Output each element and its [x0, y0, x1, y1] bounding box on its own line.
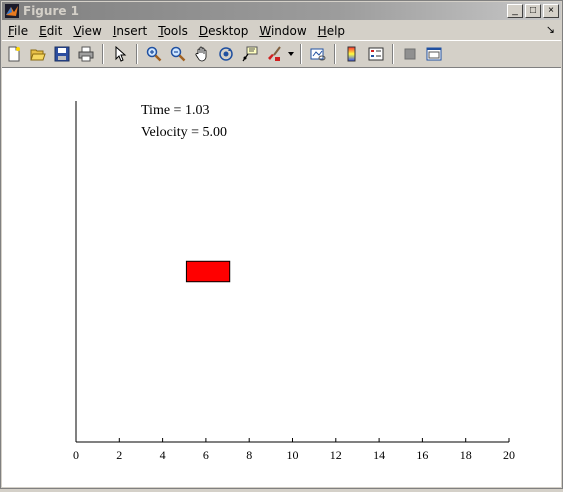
hide-plot-tools-icon	[404, 48, 416, 60]
brush-icon	[268, 46, 281, 61]
matlab-logo-icon	[5, 4, 19, 18]
colorbar-icon	[347, 46, 356, 62]
x-tick-label: 20	[503, 448, 515, 462]
menu-file[interactable]: File	[2, 24, 33, 38]
figure-toolbar	[2, 40, 561, 68]
hide-plot-tools-button[interactable]	[399, 43, 421, 65]
menu-desktop-label: esktop	[208, 23, 249, 38]
figure-window: Figure 1 _ □ × File Edit View Insert Too…	[0, 0, 563, 489]
menu-desktop[interactable]: Desktop	[193, 24, 254, 38]
close-icon: ×	[548, 5, 554, 16]
dock-arrow-icon[interactable]: ↘	[546, 23, 555, 36]
zoom-out-button[interactable]	[167, 43, 189, 65]
x-tick-label: 10	[287, 448, 299, 462]
menu-window[interactable]: Window	[253, 24, 311, 38]
toolbar-separator	[334, 44, 336, 64]
menu-window-accel: W	[259, 23, 271, 38]
x-tick-label: 0	[73, 448, 79, 462]
velocity-annotation: Velocity = 5.00	[141, 125, 227, 140]
time-annotation: Time = 1.03	[141, 103, 209, 118]
toolbar-separator	[136, 44, 138, 64]
minimize-button[interactable]: _	[507, 4, 523, 18]
x-tick-label: 12	[330, 448, 342, 462]
legend-button[interactable]	[365, 43, 387, 65]
menu-insert-label: nsert	[116, 23, 148, 38]
open-file-icon	[30, 49, 46, 61]
maximize-icon: □	[529, 5, 537, 16]
toolbar-separator	[392, 44, 394, 64]
data-cursor-icon	[242, 46, 258, 62]
new-figure-button[interactable]	[3, 43, 25, 65]
title-bar[interactable]: Figure 1 _ □ ×	[2, 2, 561, 20]
link-plot-button[interactable]	[307, 43, 329, 65]
x-tick-label: 6	[203, 448, 209, 462]
toolbar-separator	[300, 44, 302, 64]
minimize-icon: _	[512, 5, 518, 16]
edit-plot-arrow-icon	[115, 46, 127, 62]
x-tick-label: 4	[160, 448, 166, 462]
figure-canvas[interactable]: Time = 1.03 Velocity = 5.00 0 2 4 6 8 10 12 14 1…	[2, 68, 561, 487]
maximize-button[interactable]: □	[525, 4, 541, 18]
rotate-3d-button[interactable]	[215, 43, 237, 65]
menu-tools-label: ools	[163, 23, 188, 38]
show-plot-tools-button[interactable]	[423, 43, 445, 65]
x-tick-label: 18	[460, 448, 472, 462]
menu-help-label: elp	[326, 23, 346, 38]
zoom-out-icon	[170, 46, 186, 62]
link-plot-icon	[310, 48, 326, 61]
menu-window-label: indow	[270, 23, 307, 38]
pan-hand-icon	[195, 46, 207, 62]
new-figure-icon	[8, 46, 20, 62]
open-file-button[interactable]	[27, 43, 49, 65]
toolbar-separator	[102, 44, 104, 64]
menu-help-accel: H	[317, 23, 327, 38]
close-button[interactable]: ×	[543, 4, 559, 18]
show-plot-tools-icon	[426, 47, 442, 61]
brush-button[interactable]	[263, 43, 285, 65]
legend-icon	[368, 47, 384, 61]
menu-file-label: ile	[14, 23, 29, 38]
menu-tools[interactable]: Tools	[152, 24, 193, 38]
menu-help[interactable]: Help	[312, 24, 350, 38]
pan-button[interactable]	[191, 43, 213, 65]
save-icon	[54, 46, 70, 62]
plot-axes[interactable]: Time = 1.03 Velocity = 5.00 0 2 4 6 8 10 12 14 1…	[2, 68, 561, 487]
zoom-in-button[interactable]	[143, 43, 165, 65]
window-title: Figure 1	[23, 4, 80, 18]
window-controls: _ □ ×	[507, 4, 559, 18]
menu-bar: File Edit View Insert Tools Desktop Wind…	[2, 21, 561, 40]
menu-edit-label: dit	[46, 23, 63, 38]
colorbar-button[interactable]	[341, 43, 363, 65]
x-tick-label: 2	[116, 448, 122, 462]
x-tick-label: 16	[416, 448, 428, 462]
edit-plot-button[interactable]	[109, 43, 131, 65]
menu-view-label: iew	[81, 23, 102, 38]
x-tick-label: 8	[246, 448, 252, 462]
data-cursor-button[interactable]	[239, 43, 261, 65]
menu-desktop-accel: D	[198, 23, 209, 38]
menu-view[interactable]: View	[67, 24, 106, 38]
brush-dropdown[interactable]	[287, 43, 295, 65]
print-icon	[78, 46, 94, 62]
menu-insert[interactable]: Insert	[107, 24, 152, 38]
moving-block[interactable]	[185, 260, 231, 283]
menu-edit[interactable]: Edit	[33, 24, 67, 38]
print-button[interactable]	[75, 43, 97, 65]
rotate-3d-icon	[219, 47, 233, 61]
save-button[interactable]	[51, 43, 73, 65]
chevron-down-icon	[288, 52, 294, 56]
menu-edit-accel: E	[39, 23, 47, 38]
zoom-in-icon	[146, 46, 162, 62]
x-tick-label: 14	[373, 448, 385, 462]
